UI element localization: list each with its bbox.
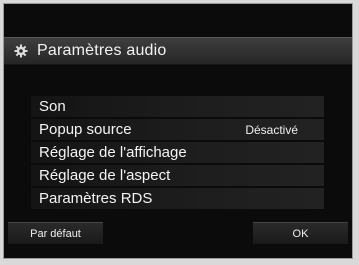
menu-item-label: Popup source — [39, 121, 132, 138]
menu-item-label: Son — [39, 98, 66, 115]
menu-item-aspect-settings[interactable]: Réglage de l'aspect — [31, 165, 324, 186]
menu-item-display-settings[interactable]: Réglage de l'affichage — [31, 142, 324, 163]
default-button[interactable]: Par défaut — [8, 222, 103, 244]
menu-item-label: Réglage de l'affichage — [39, 144, 187, 161]
bottom-bar: Par défaut OK — [8, 222, 348, 244]
bottom-bar-spacer — [103, 222, 253, 244]
page-title: Paramètres audio — [37, 42, 167, 59]
ok-button[interactable]: OK — [253, 222, 348, 244]
menu-item-label: Réglage de l'aspect — [39, 167, 171, 184]
settings-menu: Son Popup source Désactivé Réglage de l'… — [31, 96, 324, 211]
screen: Paramètres audio Son Popup source Désact… — [3, 3, 353, 259]
menu-item-son[interactable]: Son — [31, 96, 324, 117]
gear-icon — [14, 44, 28, 58]
menu-item-rds-settings[interactable]: Paramètres RDS — [31, 188, 324, 209]
menu-item-label: Paramètres RDS — [39, 190, 153, 207]
title-bar: Paramètres audio — [4, 37, 352, 65]
menu-item-popup-source[interactable]: Popup source Désactivé — [31, 119, 324, 140]
menu-item-value: Désactivé — [245, 122, 298, 137]
